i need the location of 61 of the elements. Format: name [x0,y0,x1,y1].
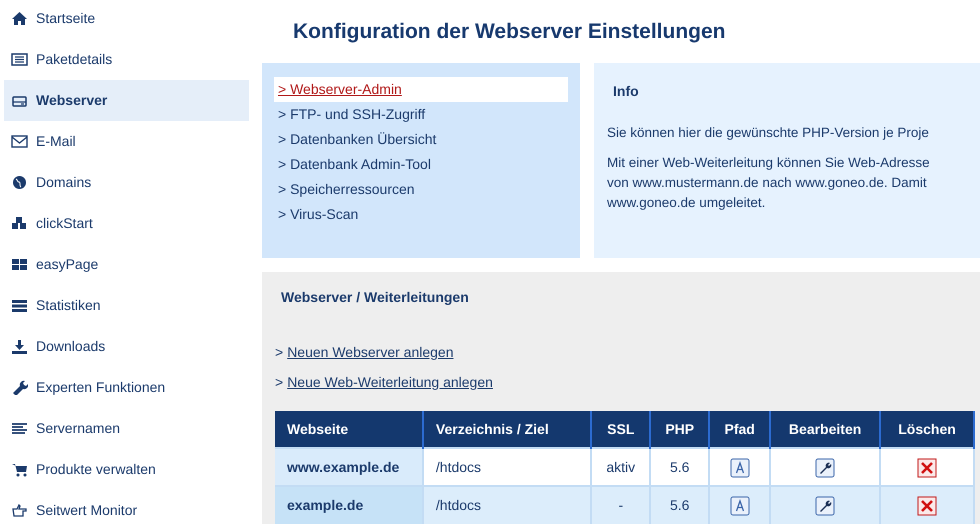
info-text: Mit einer Web-Weiterleitung können Sie Web-Adresse [607,154,931,172]
delete-button[interactable] [917,496,938,516]
website-cell: example.de [275,486,423,524]
php-cell: 5.6 [650,486,710,524]
sidebar-item[interactable]: easyPage [4,244,249,285]
directory-cell: /htdocs [422,448,592,486]
submenu-link[interactable]: > Datenbank Admin-Tool [274,152,568,177]
column-header: Bearbeiten [770,411,880,448]
submenu-link[interactable]: > Webserver-Admin [274,77,568,102]
info-text: von www.mustermann.de nach www.goneo.de. Damit [607,174,928,192]
wrench-icon [11,380,28,395]
ssl-cell: aktiv [591,448,650,486]
grid-icon [11,257,28,272]
list-icon [11,52,28,67]
align-icon [11,421,28,436]
submenu-link[interactable]: > FTP- und SSH-Zugriff [274,102,568,127]
column-header: SSL [591,411,650,448]
sidebar-item[interactable]: E-Mail [4,121,249,162]
info-title: Info [613,82,640,101]
submenu-link[interactable]: > Virus-Scan [274,202,568,227]
edit-button[interactable] [815,496,836,516]
sidebar-item[interactable]: Downloads [4,326,249,367]
submenu-link[interactable]: > Speicherressourcen [274,177,568,202]
column-header: PHP [650,411,710,448]
list-icon [11,298,28,313]
delete-button[interactable] [917,458,938,478]
sidebar-item[interactable]: Servernamen [4,408,249,449]
sidebar-item[interactable]: Webserver [4,80,249,121]
column-header: Verzeichnis / Ziel [422,411,592,448]
website-cell: www.example.de [275,448,423,486]
page-title: Konfiguration der Webserver Einstellungen [293,19,727,45]
sidebar-item[interactable]: Experten Funktionen [4,367,249,408]
cart-icon [11,462,28,477]
link-marker: > [275,342,284,362]
edit-button[interactable] [815,458,836,478]
section-title: Webserver / Weiterleitungen [281,288,470,307]
column-header: Webseite [275,411,423,448]
directory-cell: /htdocs [422,486,592,524]
path-button[interactable] [730,458,750,478]
column-header: Pfad [709,411,770,448]
home-icon [11,11,28,26]
sidebar-item[interactable]: Produkte verwalten [4,449,249,490]
link-marker: > [275,372,284,392]
envelope-icon [11,134,28,149]
download-icon [11,339,28,354]
sidebar-item[interactable]: clickStart [4,203,249,244]
sidebar-item[interactable]: Domains [4,162,249,203]
column-header: Löschen [880,411,974,448]
path-button[interactable] [730,496,750,516]
ssl-cell: - [591,486,650,524]
info-text: Sie können hier die gewünschte PHP-Version je Proje [607,124,930,142]
create-link[interactable]: Neue Web-Weiterleitung anlegen [287,372,493,392]
php-cell: 5.6 [650,448,710,486]
sidebar-item[interactable]: Startseite [4,0,249,39]
sidebar-item[interactable]: Statistiken [4,285,249,326]
create-link[interactable]: Neuen Webserver anlegen [287,342,454,362]
info-text: www.goneo.de umgeleitet. [607,194,766,212]
sidebar-item[interactable]: Paketdetails [4,39,249,80]
cubes-icon [11,216,28,231]
submenu-link[interactable]: > Datenbanken Übersicht [274,127,568,152]
sidebar-item[interactable]: Seitwert Monitor [4,490,249,524]
